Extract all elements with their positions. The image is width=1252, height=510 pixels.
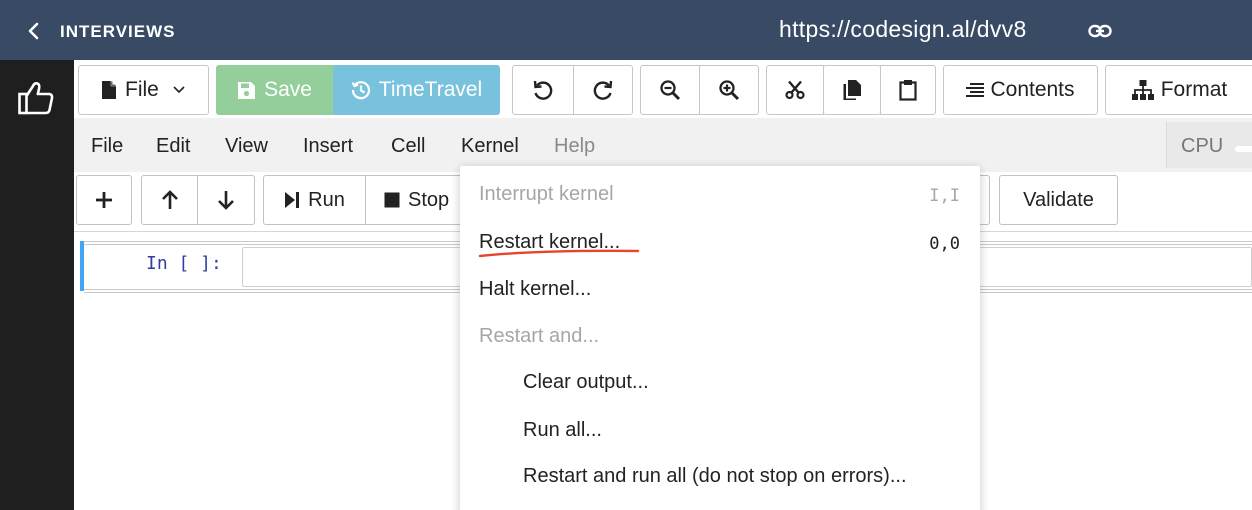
top-header: INTERVIEWS https://codesign.al/dvv8 (0, 0, 1252, 60)
contents-button[interactable]: Contents (943, 65, 1098, 115)
save-label: Save (264, 78, 312, 101)
arrow-up-icon (161, 190, 178, 209)
menu-insert[interactable]: Insert (303, 135, 353, 158)
chevron-down-icon (173, 86, 185, 94)
run-button[interactable]: Run (263, 175, 366, 225)
menu-cell[interactable]: Cell (391, 135, 425, 158)
session-url: https://codesign.al/dvv8 (779, 16, 1027, 42)
save-button[interactable]: Save (216, 65, 333, 115)
file-button-label: File (125, 78, 159, 101)
clipboard-icon (899, 80, 917, 101)
format-label: Format (1160, 78, 1228, 101)
sitemap-icon (1131, 80, 1154, 100)
kernel-dropdown-menu: Interrupt kernel I,I Restart kernel... 0… (460, 166, 980, 510)
main-toolbar: File Save TimeTravel Contents Format (74, 60, 1252, 118)
cell-selection-indicator (80, 241, 84, 291)
halt-kernel-item[interactable]: Halt kernel... (479, 278, 591, 301)
interrupt-kernel-item[interactable]: Interrupt kernel (479, 183, 614, 206)
plus-icon (96, 192, 112, 208)
cell-prompt: In [ ]: (146, 253, 222, 274)
link-icon[interactable] (1088, 20, 1112, 42)
file-icon (102, 81, 116, 99)
restart-run-all-item[interactable]: Restart and run all (do not stop on erro… (523, 465, 907, 488)
scissors-icon (785, 80, 805, 100)
timetravel-label: TimeTravel (378, 78, 483, 101)
menu-edit[interactable]: Edit (156, 135, 190, 158)
clear-output-item[interactable]: Clear output... (523, 371, 649, 394)
step-forward-icon (285, 192, 300, 208)
redo-icon (593, 80, 613, 100)
notebook-menubar: File Edit View Insert Cell Kernel Help C… (74, 118, 1252, 172)
restart-kernel-shortcut: 0,0 (929, 234, 960, 254)
cpu-label: CPU (1181, 135, 1224, 157)
undo-icon (533, 80, 553, 100)
timetravel-button[interactable]: TimeTravel (333, 65, 500, 115)
cpu-indicator: CPU (1166, 122, 1252, 168)
interrupt-kernel-shortcut: I,I (929, 186, 960, 206)
history-icon (351, 81, 370, 100)
redo-button[interactable] (573, 65, 633, 115)
arrow-down-icon (218, 191, 234, 210)
file-dropdown-button[interactable]: File (78, 65, 209, 115)
menu-file[interactable]: File (91, 135, 123, 158)
zoom-in-icon (719, 80, 740, 101)
page-title: INTERVIEWS (60, 22, 176, 41)
validate-button[interactable]: Validate (999, 175, 1118, 225)
insert-cell-button[interactable] (76, 175, 132, 225)
contents-label: Contents (990, 78, 1075, 101)
zoom-out-icon (660, 80, 681, 101)
zoom-out-button[interactable] (640, 65, 700, 115)
cpu-usage-bar (1235, 146, 1252, 152)
stop-icon (384, 192, 400, 208)
stop-button[interactable]: Stop (365, 175, 475, 225)
menu-view[interactable]: View (225, 135, 268, 158)
thumbs-up-icon[interactable] (17, 80, 55, 116)
save-icon (238, 81, 256, 99)
restart-and-header: Restart and... (479, 325, 600, 347)
red-underline-annotation (478, 249, 640, 258)
menu-help[interactable]: Help (554, 135, 595, 158)
paste-button[interactable] (880, 65, 936, 115)
move-cell-up-button[interactable] (141, 175, 198, 225)
zoom-in-button[interactable] (699, 65, 759, 115)
menu-kernel[interactable]: Kernel (461, 135, 519, 158)
run-label: Run (308, 188, 345, 211)
left-sidebar (0, 60, 74, 510)
move-cell-down-button[interactable] (197, 175, 255, 225)
list-icon (966, 83, 985, 97)
cut-button[interactable] (766, 65, 824, 115)
undo-button[interactable] (512, 65, 574, 115)
run-all-item[interactable]: Run all... (523, 419, 602, 442)
copy-button[interactable] (823, 65, 881, 115)
chevron-left-icon[interactable] (24, 20, 44, 42)
copy-icon (843, 80, 861, 100)
format-button[interactable]: Format (1105, 65, 1252, 115)
stop-label: Stop (408, 188, 450, 211)
validate-label: Validate (1023, 188, 1094, 211)
